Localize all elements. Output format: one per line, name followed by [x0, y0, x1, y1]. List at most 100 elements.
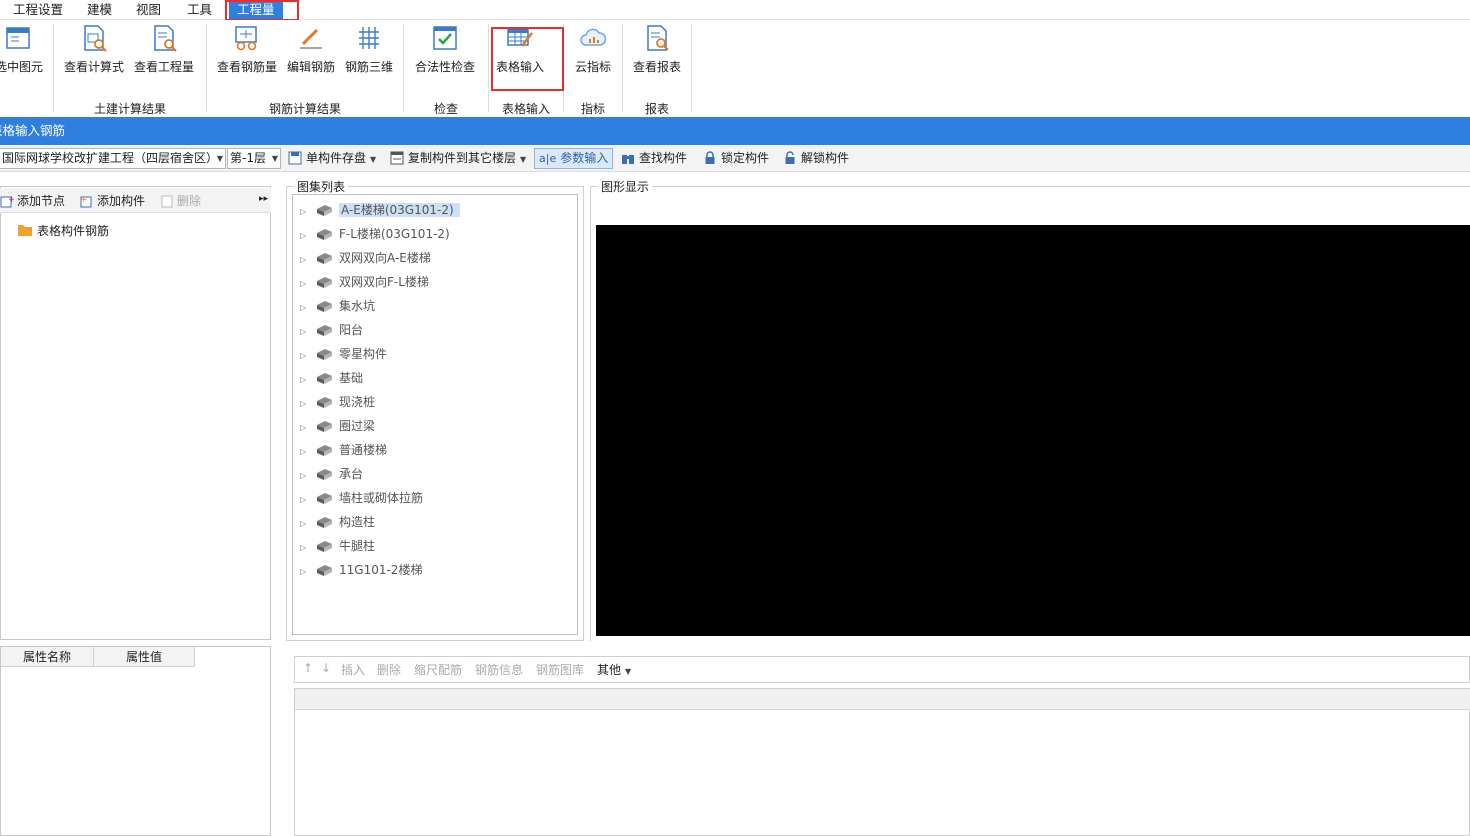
check-icon [433, 26, 457, 50]
view-formula-button[interactable]: 查看计算式 [62, 24, 126, 75]
menu-modeling[interactable]: 建模 [83, 0, 116, 20]
delete-icon [161, 195, 173, 208]
menu-view[interactable]: 视图 [132, 0, 165, 20]
cloud-index-button[interactable]: 云指标 [570, 24, 616, 75]
unlock-component-button[interactable]: 解锁构件 [783, 148, 849, 169]
atlas-list-item[interactable]: ▷ 零星构件 [300, 344, 387, 364]
rebar-table[interactable] [294, 688, 1470, 836]
move-up-button[interactable]: ↑ [303, 661, 313, 675]
chevron-down-icon: ▼ [216, 154, 223, 163]
rebar-3d-button[interactable]: 钢筋三维 [342, 24, 396, 75]
rebar-library-button[interactable]: 钢筋图库 [536, 661, 584, 678]
atlas-list-item[interactable]: ▷ A-E楼梯(03G101-2) [300, 200, 460, 220]
cloud-index-label: 云指标 [574, 60, 611, 74]
group-divider [206, 24, 207, 112]
expand-triangle-icon[interactable]: ▷ [300, 490, 310, 510]
project-select[interactable]: 国际网球学校改扩建工程（四层宿舍区） ▼ [0, 148, 226, 169]
find-component-label: 查找构件 [639, 151, 688, 165]
legality-check-label: 合法性检查 [414, 60, 475, 74]
expand-toolbar-icon[interactable]: ▸▸ [259, 194, 268, 204]
prop-name-header: 属性名称 [1, 647, 94, 667]
window-title-bar: 表格输入钢筋 [0, 117, 1470, 145]
expand-triangle-icon[interactable]: ▷ [300, 322, 310, 342]
atlas-item-label: 现浇桩 [339, 395, 376, 409]
atlas-list-item[interactable]: ▷ 普通楼梯 [300, 440, 387, 460]
expand-triangle-icon[interactable]: ▷ [300, 562, 310, 582]
atlas-item-label: A-E楼梯(03G101-2) [339, 203, 460, 217]
view-quantity-button[interactable]: 查看工程量 [131, 24, 197, 75]
atlas-list-item[interactable]: ▷ 11G101-2楼梯 [300, 560, 422, 580]
save-icon [288, 151, 302, 165]
rebar-info-button[interactable]: 钢筋信息 [475, 661, 523, 678]
rebar-table-toolbar: ↑ ↓ 插入 删除 缩尺配筋 钢筋信息 钢筋图库 其他 ▼ [294, 656, 1470, 683]
copy-to-floor-button[interactable]: 复制构件到其它楼层 ▼ [390, 148, 526, 169]
param-input-button[interactable]: a|e 参数输入 [534, 148, 614, 169]
atlas-list-item[interactable]: ▷ 双网双向A-E楼梯 [300, 248, 431, 268]
other-menu-button[interactable]: 其他 ▼ [597, 661, 631, 678]
delete-button[interactable]: 删除 [160, 192, 201, 209]
rebar-delete-button[interactable]: 删除 [377, 661, 401, 678]
binoculars-icon [622, 155, 634, 164]
add-component-button[interactable]: + 添加构件 [80, 192, 145, 209]
atlas-list-item[interactable]: ▷ 墙柱或砌体拉筋 [300, 488, 423, 508]
edit-rebar-label: 编辑钢筋 [286, 60, 335, 74]
legality-check-button[interactable]: 合法性检查 [412, 24, 478, 75]
book-icon [317, 277, 332, 288]
lock-icon [705, 151, 715, 164]
toolbar: 国际网球学校改扩建工程（四层宿舍区） ▼ 第-1层 ▼ 单构件存盘 ▼ 复制构件到… [0, 145, 1470, 172]
atlas-list-item[interactable]: ▷ 构造柱 [300, 512, 375, 532]
atlas-list-item[interactable]: ▷ F-L楼梯(03G101-2) [300, 224, 450, 244]
copy-to-floor-label: 复制构件到其它楼层 [408, 151, 517, 165]
book-icon [317, 301, 332, 312]
expand-triangle-icon[interactable]: ▷ [300, 226, 310, 246]
atlas-list-item[interactable]: ▷ 现浇桩 [300, 392, 375, 412]
expand-triangle-icon[interactable]: ▷ [300, 202, 310, 222]
expand-triangle-icon[interactable]: ▷ [300, 250, 310, 270]
expand-triangle-icon[interactable]: ▷ [300, 442, 310, 462]
menu-project-settings[interactable]: 工程设置 [9, 0, 67, 20]
expand-triangle-icon[interactable]: ▷ [300, 466, 310, 486]
find-component-button[interactable]: 查找构件 [621, 148, 687, 169]
single-save-label: 单构件存盘 [306, 151, 367, 165]
group-divider [691, 24, 692, 112]
ribbon: 选中图元 查看计算式 查看工程量 土建计算结果 查看钢筋量 编辑钢筋 钢筋三维 … [0, 20, 1470, 117]
view-rebar-amount-label: 查看钢筋量 [216, 60, 277, 74]
view-report-button[interactable]: 查看报表 [628, 24, 686, 75]
atlas-legend: 图集列表 [294, 178, 349, 195]
edit-rebar-button[interactable]: 编辑钢筋 [284, 24, 338, 75]
atlas-list-item[interactable]: ▷ 承台 [300, 464, 363, 484]
window-title: 表格输入钢筋 [0, 123, 66, 138]
graphic-canvas[interactable] [596, 225, 1470, 636]
select-element-button[interactable]: 选中图元 [0, 24, 50, 75]
scale-rebar-button[interactable]: 缩尺配筋 [414, 661, 462, 678]
tree-root-node[interactable]: 表格构件钢筋 [17, 222, 109, 239]
book-icon [317, 445, 332, 456]
book-icon [317, 373, 332, 384]
view-rebar-amount-button[interactable]: 查看钢筋量 [214, 24, 280, 75]
quantity-doc-icon [154, 25, 177, 52]
add-node-button[interactable]: + 添加节点 [0, 192, 65, 209]
atlas-list-item[interactable]: ▷ 牛腿柱 [300, 536, 375, 556]
expand-triangle-icon[interactable]: ▷ [300, 370, 310, 390]
atlas-list-item[interactable]: ▷ 基础 [300, 368, 363, 388]
expand-triangle-icon[interactable]: ▷ [300, 394, 310, 414]
lock-component-button[interactable]: 锁定构件 [703, 148, 769, 169]
expand-triangle-icon[interactable]: ▷ [300, 418, 310, 438]
atlas-list-item[interactable]: ▷ 集水坑 [300, 296, 375, 316]
move-down-button[interactable]: ↓ [321, 661, 331, 675]
param-input-label: 参数输入 [560, 151, 609, 165]
panel-splitter[interactable] [271, 186, 286, 836]
atlas-list-item[interactable]: ▷ 阳台 [300, 320, 363, 340]
expand-triangle-icon[interactable]: ▷ [300, 514, 310, 534]
single-save-button[interactable]: 单构件存盘 ▼ [288, 148, 376, 169]
menu-tools[interactable]: 工具 [183, 0, 216, 20]
expand-triangle-icon[interactable]: ▷ [300, 274, 310, 294]
atlas-list-item[interactable]: ▷ 双网双向F-L楼梯 [300, 272, 429, 292]
expand-triangle-icon[interactable]: ▷ [300, 538, 310, 558]
atlas-list-item[interactable]: ▷ 圈过梁 [300, 416, 375, 436]
floor-select[interactable]: 第-1层 ▼ [227, 148, 281, 169]
expand-triangle-icon[interactable]: ▷ [300, 298, 310, 318]
insert-button[interactable]: 插入 [341, 661, 365, 678]
book-icon [317, 397, 332, 408]
expand-triangle-icon[interactable]: ▷ [300, 346, 310, 366]
